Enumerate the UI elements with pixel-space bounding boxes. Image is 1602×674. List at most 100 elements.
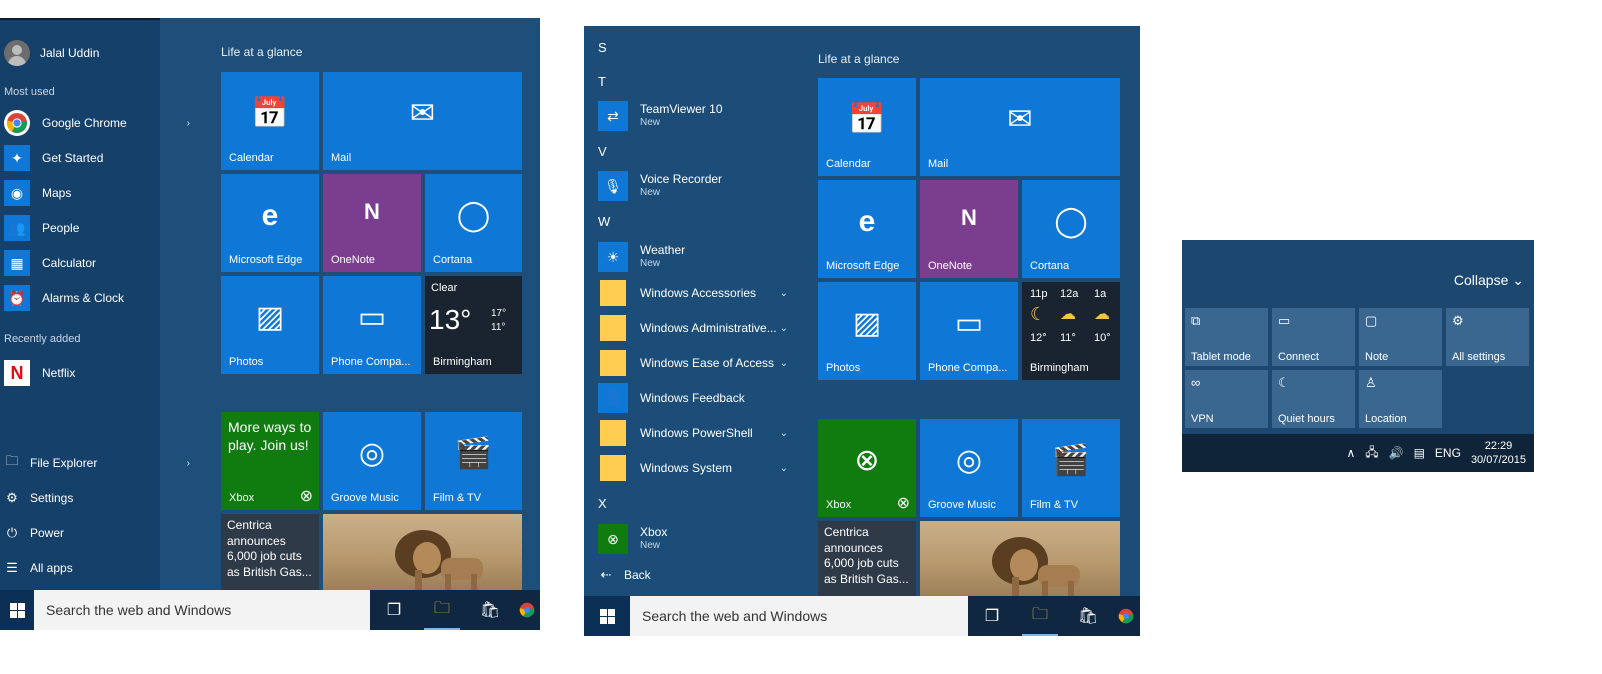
windows-logo-icon (599, 608, 615, 624)
tile-onenote[interactable]: N OneNote (920, 180, 1018, 278)
power-button[interactable]: ⏻ Power (4, 522, 190, 544)
quick-action-note[interactable]: ▢ Note (1359, 308, 1442, 366)
chevron-down-icon[interactable]: ⌄ (780, 463, 788, 474)
app-label: Netflix (42, 366, 76, 380)
language-indicator[interactable]: ENG (1435, 446, 1461, 460)
tile-cortana[interactable]: ◯ Cortana (1022, 180, 1120, 278)
weather-low: 11° (491, 322, 506, 333)
tile-groove-music[interactable]: ◎ Groove Music (323, 412, 421, 510)
quick-action-location[interactable]: ♙ Location (1359, 370, 1442, 428)
tile-xbox[interactable]: More ways to play. Join us! ⊗ Xbox (221, 412, 319, 510)
hour-label: 11p (1030, 288, 1048, 300)
letter-header[interactable]: T (598, 74, 606, 89)
user-account[interactable]: Jalal Uddin (4, 40, 99, 66)
search-input[interactable]: Search the web and Windows (34, 590, 370, 630)
chrome-icon[interactable] (514, 590, 540, 630)
tile-news[interactable]: Centrica announces 6,000 job cuts as Bri… (818, 521, 916, 596)
volume-icon[interactable]: 🔊 (1389, 446, 1404, 460)
partly-cloudy-icon: ☁ (1060, 306, 1076, 323)
quick-action-vpn[interactable]: ∞ VPN (1185, 370, 1268, 428)
tile-film-tv[interactable]: 🎬 Film & TV (1022, 419, 1120, 517)
all-apps-button[interactable]: ☰ All apps (4, 557, 190, 579)
app-alarms-clock[interactable]: ⏰ Alarms & Clock (4, 283, 190, 313)
start-button[interactable] (584, 596, 630, 636)
app-google-chrome[interactable]: Google Chrome › (4, 108, 190, 138)
app-get-started[interactable]: ✦ Get Started (4, 143, 190, 173)
tile-photos[interactable]: ▨ Photos (818, 282, 916, 380)
chevron-down-icon[interactable]: ⌄ (780, 288, 788, 299)
chevron-down-icon[interactable]: ⌄ (780, 358, 788, 369)
tile-photos[interactable]: ▨ Photos (221, 276, 319, 374)
tile-xbox[interactable]: ⊗ ⊗ Xbox (818, 419, 916, 517)
app-teamviewer[interactable]: ⇄ TeamViewer 10 New (598, 100, 788, 132)
chevron-right-icon[interactable]: › (187, 118, 190, 129)
tile-calendar[interactable]: 📅 Calendar (221, 72, 319, 170)
power-icon: ⏻ (6, 525, 18, 540)
letter-header[interactable]: X (598, 496, 607, 511)
settings-button[interactable]: ⚙ Settings (4, 487, 190, 509)
chevron-down-icon[interactable]: ⌄ (780, 323, 788, 334)
moon-icon: ☾ (1278, 375, 1290, 390)
app-netflix[interactable]: N Netflix (4, 358, 190, 388)
app-windows-accessories[interactable]: Windows Accessories ⌄ (598, 277, 788, 309)
chevron-down-icon[interactable]: ⌄ (780, 428, 788, 439)
tile-phone-companion[interactable]: ▭ Phone Compa... (920, 282, 1018, 380)
start-button[interactable] (0, 590, 34, 630)
app-windows-system[interactable]: Windows System ⌄ (598, 452, 788, 484)
tile-lion-photo[interactable] (323, 514, 522, 590)
letter-header[interactable]: V (598, 144, 607, 159)
tile-news[interactable]: Centrica announces 6,000 job cuts as Bri… (221, 514, 319, 590)
tile-phone-companion[interactable]: ▭ Phone Compa... (323, 276, 421, 374)
app-calculator[interactable]: ▦ Calculator (4, 248, 190, 278)
tile-weather[interactable]: Clear 13° 17° 11° Birmingham (425, 276, 522, 374)
chevron-up-icon[interactable]: ∧ (1346, 446, 1355, 460)
app-windows-feedback[interactable]: 👤 Windows Feedback (598, 382, 788, 414)
store-icon[interactable]: 🛍 (1064, 596, 1112, 636)
app-label: Windows PowerShell (640, 426, 753, 440)
file-explorer-icon[interactable]: 🗀 (418, 590, 466, 630)
app-maps[interactable]: ◉ Maps (4, 178, 190, 208)
tile-groove-music[interactable]: ◎ Groove Music (920, 419, 1018, 517)
tile-calendar[interactable]: 📅 Calendar (818, 78, 916, 176)
tile-lion-photo[interactable] (920, 521, 1120, 596)
clock[interactable]: 22:29 30/07/2015 (1471, 439, 1526, 468)
tile-microsoft-edge[interactable]: e Microsoft Edge (221, 174, 319, 272)
tile-mail[interactable]: ✉ Mail (323, 72, 522, 170)
app-windows-powershell[interactable]: Windows PowerShell ⌄ (598, 417, 788, 449)
tile-onenote[interactable]: N OneNote (323, 174, 421, 272)
back-button[interactable]: ⇠ Back (598, 564, 784, 586)
quick-action-tablet-mode[interactable]: ⧉ Tablet mode (1185, 308, 1268, 366)
group-title: Life at a glance (818, 52, 900, 66)
app-sub: New (640, 117, 661, 129)
tile-microsoft-edge[interactable]: e Microsoft Edge (818, 180, 916, 278)
file-explorer-button[interactable]: 🗀 File Explorer › (4, 452, 190, 474)
quick-action-quiet-hours[interactable]: ☾ Quiet hours (1272, 370, 1355, 428)
action-center-icon[interactable]: ▤ (1414, 446, 1425, 460)
app-voice-recorder[interactable]: 🎙 Voice Recorder New (598, 170, 788, 202)
search-input[interactable]: Search the web and Windows (630, 596, 968, 636)
app-xbox[interactable]: ⊗ Xbox New (598, 523, 788, 555)
tile-cortana[interactable]: ◯ Cortana (425, 174, 522, 272)
store-icon[interactable]: 🛍 (466, 590, 514, 630)
letter-header[interactable]: S (598, 40, 607, 55)
letter-header[interactable]: W (598, 214, 610, 229)
task-view-icon[interactable]: ❐ (968, 596, 1016, 636)
tile-label: Cortana (433, 254, 473, 266)
collapse-button[interactable]: Collapse ⌄ (1454, 272, 1524, 289)
tile-film-tv[interactable]: 🎬 Film & TV (425, 412, 522, 510)
app-label: Windows Accessories (640, 286, 757, 300)
file-explorer-icon[interactable]: 🗀 (1016, 596, 1064, 636)
quick-action-connect[interactable]: ▭ Connect (1272, 308, 1355, 366)
tile-mail[interactable]: ✉ Mail (920, 78, 1120, 176)
app-windows-administrative[interactable]: Windows Administrative... ⌄ (598, 312, 788, 344)
quick-action-all-settings[interactable]: ⚙ All settings (1446, 308, 1529, 366)
note-icon: ▢ (1365, 313, 1378, 328)
app-windows-ease-of-access[interactable]: Windows Ease of Access ⌄ (598, 347, 788, 379)
app-people[interactable]: 👥 People (4, 213, 190, 243)
tile-weather-hourly[interactable]: 11p 12a 1a ☾ ☁ ☁ 12° 11° 10° Birmingham (1022, 282, 1120, 380)
network-icon[interactable]: 🖧 (1365, 443, 1378, 464)
chrome-icon[interactable] (1112, 596, 1140, 636)
task-view-icon[interactable]: ❐ (370, 590, 418, 630)
app-weather[interactable]: ☀ Weather New (598, 241, 788, 273)
chevron-right-icon[interactable]: › (187, 458, 190, 469)
